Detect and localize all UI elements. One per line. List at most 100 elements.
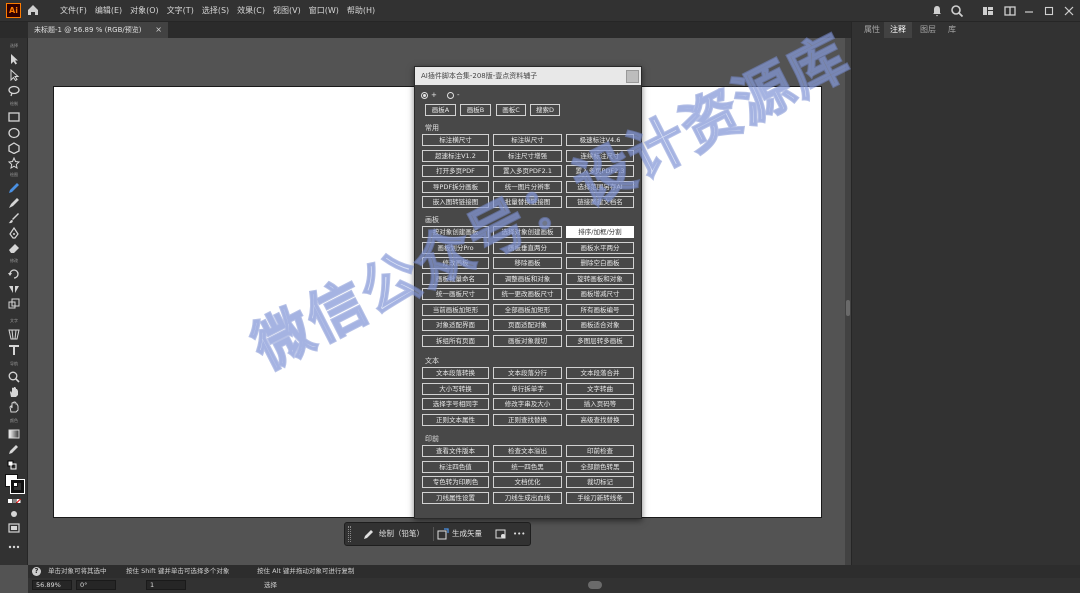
lasso-tool-icon[interactable] <box>7 85 21 97</box>
draw-mode-icon[interactable] <box>7 508 21 520</box>
minimize-icon[interactable] <box>1022 4 1036 18</box>
script-button[interactable]: 检查文本溢出 <box>493 445 562 457</box>
script-button[interactable]: 嵌入图转链接图 <box>422 196 489 208</box>
document-tab-close-icon[interactable]: × <box>155 22 162 38</box>
close-icon[interactable] <box>1062 4 1076 18</box>
script-button[interactable]: 移除画板 <box>493 257 562 269</box>
panel-tab[interactable]: 注释 <box>884 22 912 38</box>
script-button[interactable]: 标注四色值 <box>422 461 489 473</box>
hand-tool-icon[interactable] <box>7 386 21 398</box>
script-button[interactable]: 画板增减尺寸 <box>566 288 634 300</box>
script-button[interactable]: 标注横尺寸 <box>422 134 489 146</box>
eraser-tool-icon[interactable] <box>7 242 21 254</box>
script-button[interactable]: 页面适配对象 <box>493 319 562 331</box>
script-button[interactable]: 全部颜色转黑 <box>566 461 634 473</box>
shaper-tool-icon[interactable] <box>7 197 21 209</box>
screen-mode-icon[interactable] <box>7 522 21 534</box>
eyedropper-tool-icon[interactable] <box>7 443 21 455</box>
script-button[interactable]: 查看文件版本 <box>422 445 489 457</box>
panel-select-button[interactable]: 画板B <box>460 104 491 116</box>
help-icon[interactable]: ? <box>32 567 41 576</box>
arrange-icon[interactable] <box>1003 4 1017 18</box>
script-button[interactable]: 批量替换链接图 <box>493 196 562 208</box>
script-button[interactable]: 导PDF拆分画板 <box>422 181 489 193</box>
bell-icon[interactable] <box>930 4 944 18</box>
menu-item[interactable]: 选择(S) <box>198 0 233 22</box>
menu-item[interactable]: 编辑(E) <box>91 0 126 22</box>
script-button[interactable]: 选择对象创建画板 <box>493 226 562 238</box>
color-mode-icons[interactable] <box>7 496 21 508</box>
pen-tool-icon[interactable] <box>7 227 21 239</box>
radio-collapse[interactable]: - <box>447 89 460 101</box>
menu-item[interactable]: 文件(F) <box>56 0 91 22</box>
script-button[interactable]: 单行拆单字 <box>493 383 562 395</box>
script-button[interactable]: 画板水平两分 <box>566 242 634 254</box>
script-button[interactable]: 拆组所有页面 <box>422 335 489 347</box>
page-field[interactable]: 1 <box>146 580 186 590</box>
script-button[interactable]: 画板适合对象 <box>566 319 634 331</box>
script-button[interactable]: 调整画板和对象 <box>493 273 562 285</box>
vertical-scrollbar-thumb[interactable] <box>846 300 850 316</box>
menu-item[interactable]: 窗口(W) <box>305 0 343 22</box>
more-options-icon[interactable]: ••• <box>513 523 525 545</box>
script-button[interactable]: 统一图片分辨率 <box>493 181 562 193</box>
panel-tab[interactable]: 库 <box>942 22 962 38</box>
script-button[interactable]: 打开多页PDF <box>422 165 489 177</box>
plugin-title-bar[interactable]: AI插件脚本合集-208版-壹点资料辅子 <box>415 67 641 85</box>
script-button[interactable]: 统一画板尺寸 <box>422 288 489 300</box>
image-settings-icon[interactable] <box>495 528 507 540</box>
scale-tool-icon[interactable] <box>7 298 21 310</box>
pencil-tool-icon[interactable] <box>7 182 21 194</box>
selection-tool-icon[interactable] <box>7 53 21 65</box>
home-icon[interactable] <box>26 3 40 17</box>
type-tool-icon[interactable] <box>7 344 21 356</box>
zoom-tool-icon[interactable] <box>7 371 21 383</box>
horizontal-scrollbar-thumb[interactable] <box>588 581 602 589</box>
script-button[interactable]: 连续标注尺寸 <box>566 150 634 162</box>
script-button[interactable]: 文本段落转换 <box>422 367 489 379</box>
document-tab[interactable]: 未标题-1 @ 56.89 % (RGB/预览) × <box>28 22 168 38</box>
script-button[interactable]: 多图层转多画板 <box>566 335 634 347</box>
script-button[interactable]: 刀线属性设置 <box>422 492 489 504</box>
panel-tab[interactable]: 属性 <box>858 22 886 38</box>
reflect-tool-icon[interactable] <box>7 283 21 295</box>
panel-select-button[interactable]: 搜索D <box>530 104 560 116</box>
menu-item[interactable]: 效果(C) <box>233 0 269 22</box>
rotation-field[interactable]: 0° <box>76 580 116 590</box>
polygon-tool-icon[interactable] <box>7 142 21 154</box>
script-button[interactable]: 刀线生成出血线 <box>493 492 562 504</box>
script-button[interactable]: 置入多页PDF2.3 <box>566 165 634 177</box>
script-button[interactable]: 画板垂直两分 <box>493 242 562 254</box>
script-button[interactable]: 画板划分Pro <box>422 242 489 254</box>
script-button[interactable]: 裁切标记 <box>566 476 634 488</box>
panel-select-button[interactable]: 画板C <box>496 104 526 116</box>
script-button[interactable]: 极速标注V4.6 <box>566 134 634 146</box>
script-button[interactable]: 标注纵尺寸 <box>493 134 562 146</box>
script-button[interactable]: 画板对象裁切 <box>493 335 562 347</box>
rotate-tool-icon[interactable] <box>7 268 21 280</box>
plugin-close-button[interactable] <box>626 70 639 83</box>
gradient-tool-icon[interactable] <box>7 428 21 440</box>
script-button[interactable]: 大小写转换 <box>422 383 489 395</box>
script-button[interactable]: 旋转画板和对象 <box>566 273 634 285</box>
script-button[interactable]: 链接图建文档名 <box>566 196 634 208</box>
rectangle-tool-icon[interactable] <box>7 111 21 123</box>
script-button[interactable]: 统一四色黑 <box>493 461 562 473</box>
search-icon[interactable] <box>950 4 964 18</box>
direct-selection-tool-icon[interactable] <box>7 69 21 81</box>
radio-expand[interactable]: + <box>421 89 437 101</box>
menu-item[interactable]: 对象(O) <box>126 0 163 22</box>
ellipse-tool-icon[interactable] <box>7 127 21 139</box>
script-button[interactable]: 正则文本属性 <box>422 414 489 426</box>
zoom-field[interactable]: 56.89% <box>32 580 72 590</box>
menu-item[interactable]: 文字(T) <box>163 0 198 22</box>
script-button[interactable]: 文本段落合并 <box>566 367 634 379</box>
script-button[interactable]: 所有画板编号 <box>566 304 634 316</box>
workspace-icon[interactable] <box>981 4 995 18</box>
script-button[interactable]: 手绘刀新转线条 <box>566 492 634 504</box>
more-tools-icon[interactable] <box>7 541 21 553</box>
script-button[interactable]: 标注尺寸增强 <box>493 150 562 162</box>
stroke-color-swatch[interactable] <box>10 479 25 494</box>
script-button[interactable]: 排序/加框/分割 <box>566 226 634 238</box>
script-button[interactable]: 专色转为印刷色 <box>422 476 489 488</box>
